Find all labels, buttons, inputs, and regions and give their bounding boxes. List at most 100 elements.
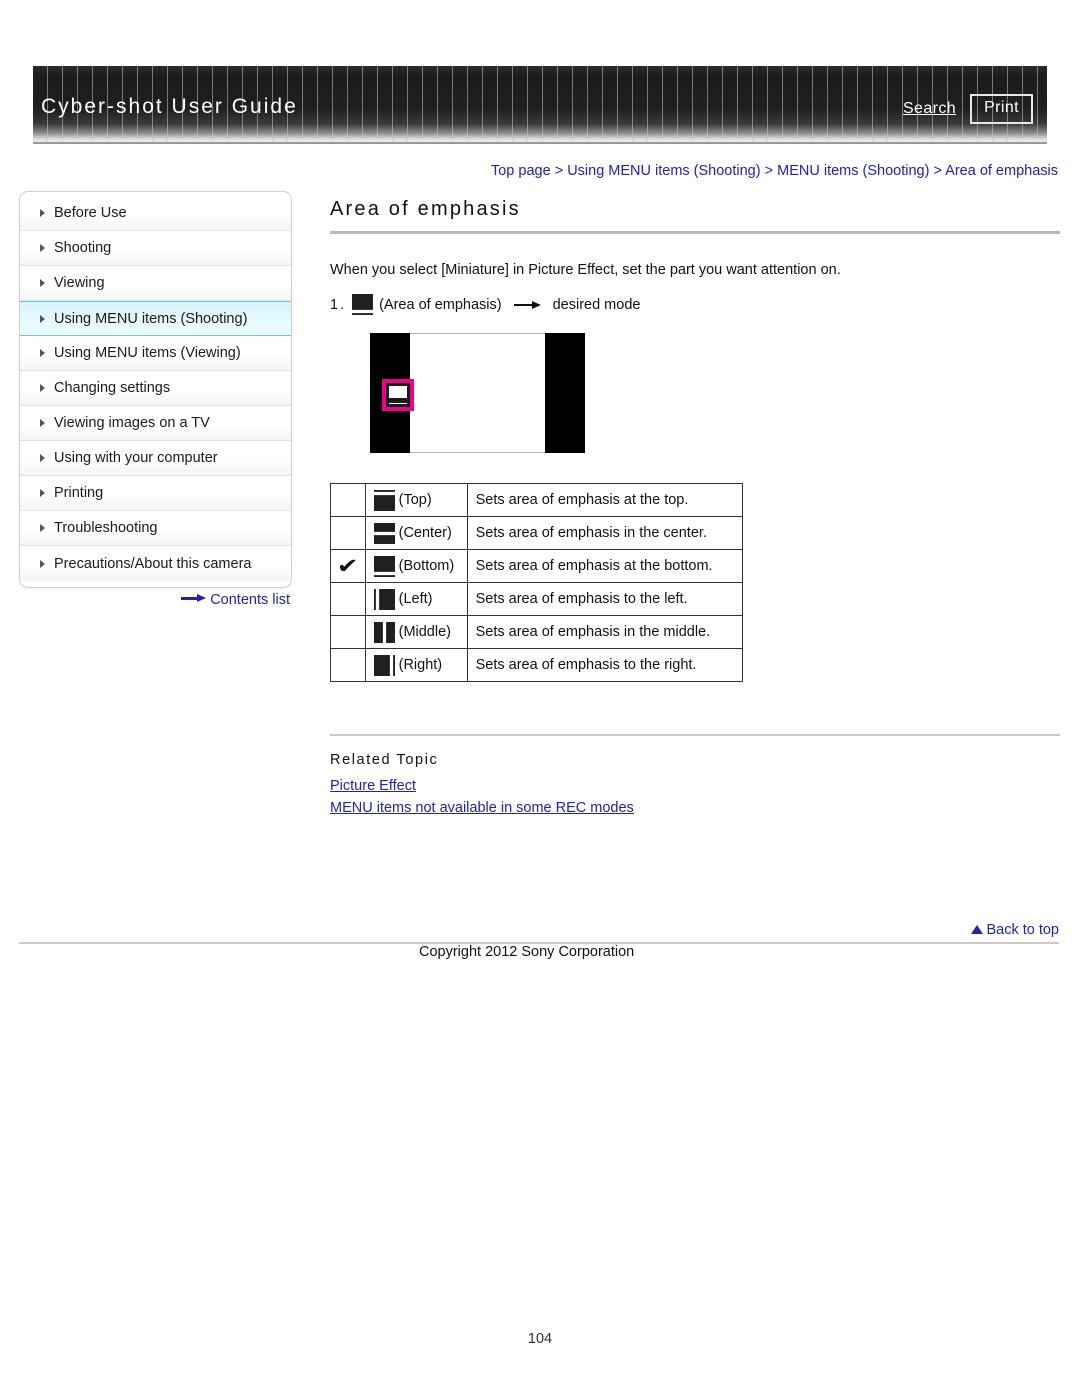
breadcrumb-separator: > (764, 163, 774, 179)
sidebar-item-troubleshooting[interactable]: Troubleshooting (20, 511, 291, 546)
search-link[interactable]: Search (903, 100, 956, 118)
breadcrumb-item-menu-items-shooting[interactable]: MENU items (Shooting) (777, 163, 929, 179)
sidebar-nav: Before Use Shooting Viewing Using MENU i… (19, 191, 292, 588)
area-top-icon (373, 489, 395, 511)
table-cell-mode: (Middle) (364, 615, 468, 649)
mode-label: (Center) (398, 525, 452, 541)
area-of-emphasis-modes-table: (Top) Sets area of emphasis at the top. … (330, 483, 743, 682)
sidebar-item-changing-settings[interactable]: Changing settings (20, 371, 291, 406)
chevron-right-icon (40, 209, 45, 217)
title-divider (330, 231, 1060, 234)
step-number: 1. (330, 296, 347, 313)
page-title: Area of emphasis (330, 198, 521, 220)
chevron-right-icon (40, 419, 45, 427)
step-1-line: 1. (Area of emphasis) desired mode (330, 294, 1060, 315)
sidebar-item-label: Changing settings (54, 380, 171, 396)
illustration-right-bar (545, 333, 585, 453)
print-button[interactable]: Print (970, 94, 1033, 124)
sidebar-item-shooting[interactable]: Shooting (20, 231, 291, 266)
triangle-up-icon (971, 925, 984, 934)
related-topic-heading: Related Topic (330, 752, 439, 768)
sidebar-item-using-with-your-computer[interactable]: Using with your computer (20, 441, 291, 476)
table-cell-description: Sets area of emphasis at the top. (466, 483, 743, 517)
sidebar-item-precautions-about-this-camera[interactable]: Precautions/About this camera (20, 546, 291, 581)
checkmark-icon: ✔ (336, 554, 359, 578)
table-cell-check (330, 582, 366, 616)
back-to-top-label: Back to top (986, 922, 1059, 938)
table-row: (Left) Sets area of emphasis to the left… (330, 582, 743, 616)
sidebar-item-label: Before Use (54, 205, 127, 221)
chevron-right-icon (40, 489, 45, 497)
area-bottom-icon (373, 555, 395, 577)
header-underline (33, 142, 1047, 144)
main-content: Area of emphasis When you select [Miniat… (330, 198, 1060, 822)
table-cell-description: Sets area of emphasis to the left. (466, 582, 743, 616)
breadcrumb-item-top-page[interactable]: Top page (491, 163, 551, 179)
table-cell-description: Sets area of emphasis in the center. (466, 516, 743, 550)
table-row: (Top) Sets area of emphasis at the top. (330, 483, 743, 517)
header-actions: Search Print (903, 94, 1033, 124)
sidebar-item-before-use[interactable]: Before Use (20, 196, 291, 231)
back-to-top-link[interactable]: Back to top (0, 922, 1059, 938)
sidebar-item-viewing[interactable]: Viewing (20, 266, 291, 301)
breadcrumb-item-current: Area of emphasis (945, 163, 1058, 179)
camera-screen-illustration (370, 333, 585, 453)
table-cell-check (330, 483, 366, 517)
sidebar-item-printing[interactable]: Printing (20, 476, 291, 511)
contents-list-label: Contents list (210, 592, 290, 608)
copyright-text: Copyright 2012 Sony Corporation (419, 944, 635, 960)
sidebar-item-using-menu-items-shooting[interactable]: Using MENU items (Shooting) (20, 301, 291, 336)
table-cell-mode: (Right) (364, 648, 468, 682)
arrow-right-icon (513, 300, 541, 309)
related-link-menu-items-not-available[interactable]: MENU items not available in some REC mod… (330, 800, 1060, 816)
site-header: Cyber-shot User Guide Search Print (33, 66, 1047, 144)
sidebar-item-label: Shooting (54, 240, 112, 256)
sidebar-item-label: Using with your computer (54, 450, 218, 466)
table-row: (Center) Sets area of emphasis in the ce… (330, 516, 743, 550)
table-cell-check (330, 648, 366, 682)
table-cell-mode: (Top) (364, 483, 468, 517)
chevron-right-icon (40, 559, 45, 568)
breadcrumb-separator: > (554, 163, 564, 179)
chevron-right-icon (40, 349, 45, 357)
sidebar-item-label: Viewing images on a TV (54, 415, 210, 431)
chevron-right-icon (40, 524, 45, 532)
table-row: (Right) Sets area of emphasis to the rig… (330, 648, 743, 682)
table-cell-description: Sets area of emphasis in the middle. (466, 615, 743, 649)
mode-label: (Right) (398, 657, 443, 673)
area-center-icon (373, 522, 395, 544)
table-cell-check: ✔ (330, 549, 366, 583)
header-bar: Cyber-shot User Guide Search Print (33, 66, 1047, 144)
sidebar-item-label: Printing (54, 485, 104, 501)
table-cell-check (330, 615, 366, 649)
sidebar-item-label: Using MENU items (Shooting) (54, 310, 248, 327)
mode-label: (Bottom) (398, 558, 455, 574)
chevron-right-icon (40, 384, 45, 392)
breadcrumb-item-using-menu-items-shooting[interactable]: Using MENU items (Shooting) (567, 163, 760, 179)
sidebar-item-label: Precautions/About this camera (54, 555, 252, 572)
sidebar-item-label: Troubleshooting (54, 520, 158, 536)
table-row: (Middle) Sets area of emphasis in the mi… (330, 615, 743, 649)
highlighted-area-of-emphasis-icon (382, 379, 414, 411)
sidebar-item-label: Viewing (54, 275, 105, 291)
related-link-picture-effect[interactable]: Picture Effect (330, 778, 1060, 794)
sidebar-item-using-menu-items-viewing[interactable]: Using MENU items (Viewing) (20, 336, 291, 371)
page-number: 104 (527, 1331, 553, 1347)
chevron-right-icon (40, 279, 45, 287)
intro-paragraph: When you select [Miniature] in Picture E… (330, 262, 841, 278)
table-cell-mode: (Center) (364, 516, 468, 550)
table-cell-description: Sets area of emphasis to the right. (466, 648, 743, 682)
sidebar-item-viewing-images-on-a-tv[interactable]: Viewing images on a TV (20, 406, 291, 441)
area-left-icon (373, 588, 395, 610)
mode-label: (Left) (398, 591, 433, 607)
table-cell-check (330, 516, 366, 550)
mode-label: (Middle) (398, 624, 451, 640)
table-cell-mode: (Left) (364, 582, 468, 616)
chevron-right-icon (40, 314, 45, 323)
area-right-icon (373, 654, 395, 676)
area-middle-icon (373, 621, 395, 643)
table-cell-mode: (Bottom) (364, 549, 468, 583)
area-of-emphasis-icon (352, 294, 374, 315)
contents-list-link[interactable]: Contents list (19, 592, 292, 608)
step-icon-label: (Area of emphasis) (379, 296, 502, 313)
